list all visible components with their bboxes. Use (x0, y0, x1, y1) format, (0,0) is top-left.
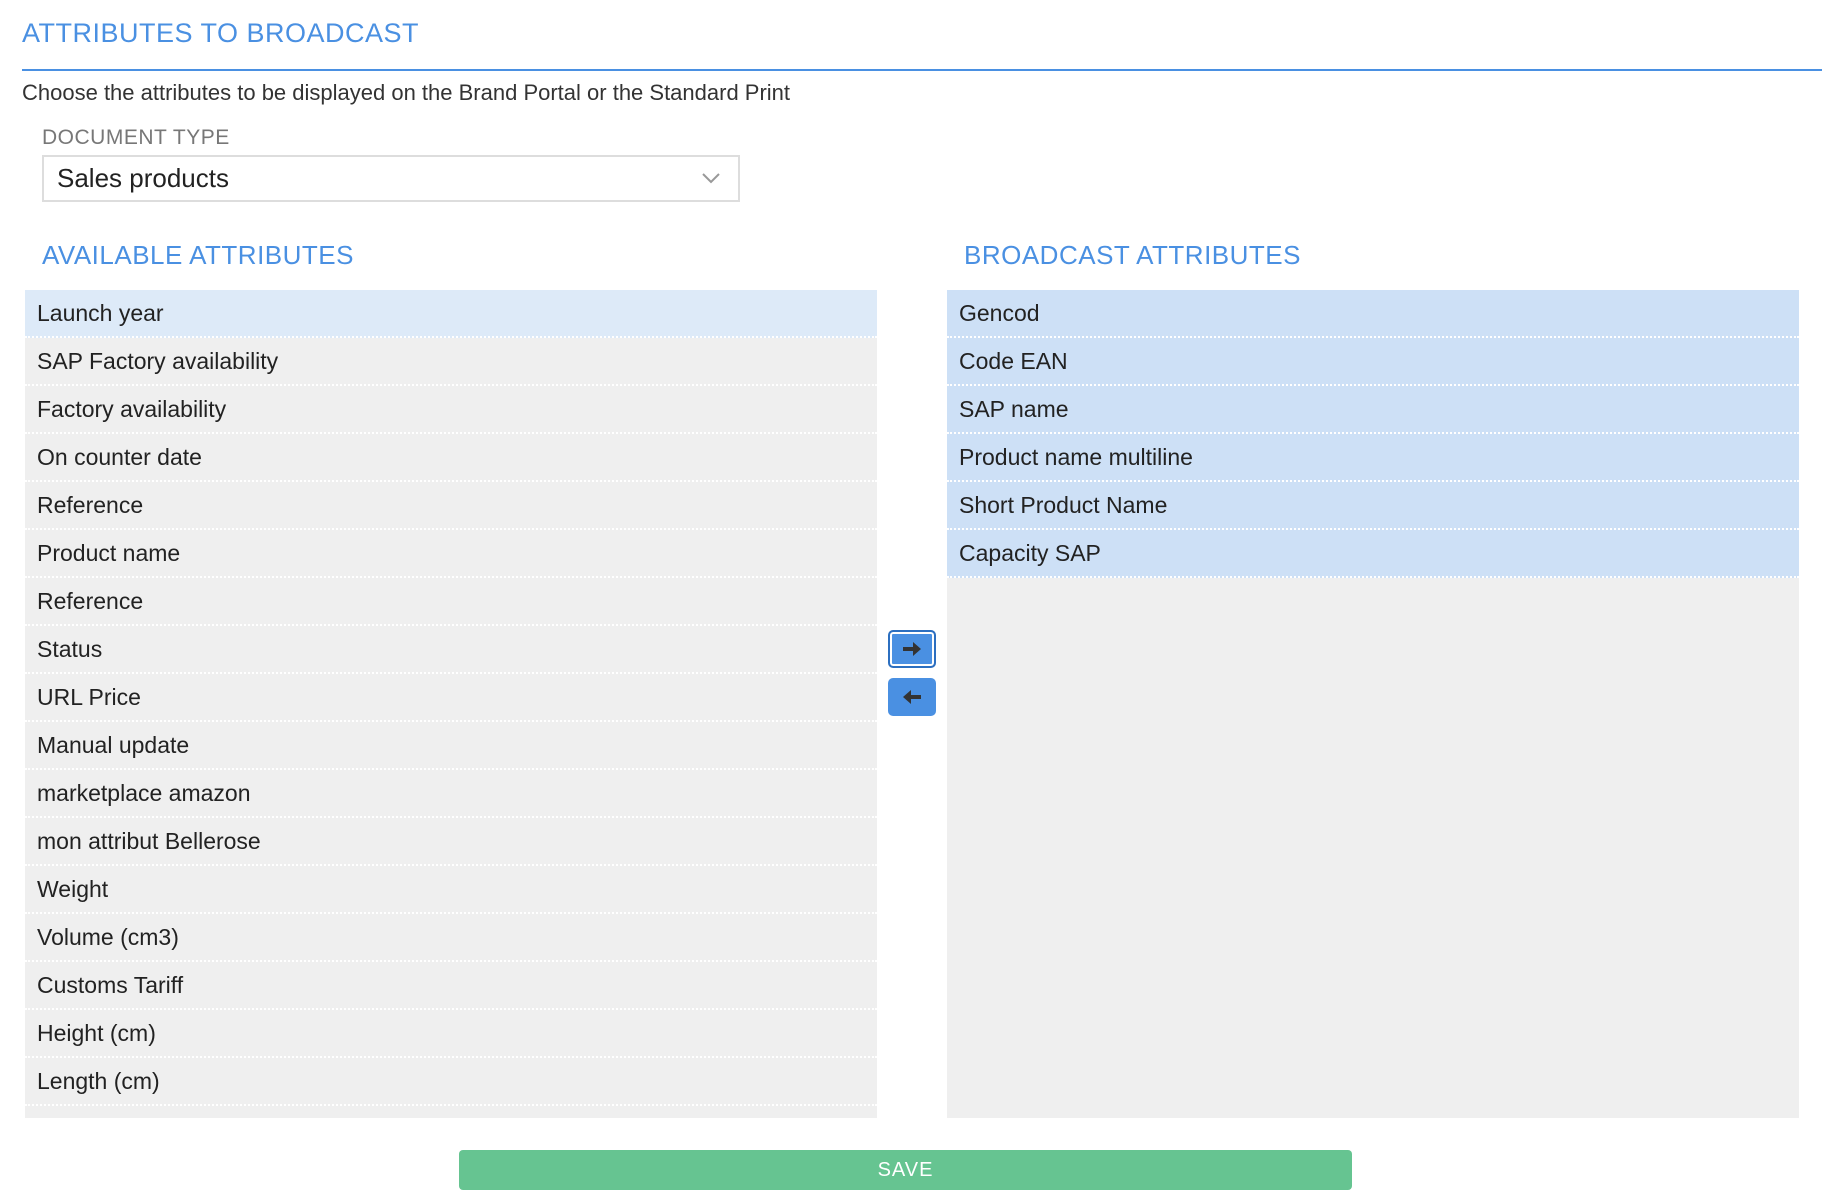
document-type-value: Sales products (57, 163, 229, 193)
available-attribute-item[interactable]: Volume (cm3) (25, 914, 877, 962)
available-attribute-item[interactable]: Manual update (25, 722, 877, 770)
available-attribute-item[interactable]: Reference (25, 578, 877, 626)
broadcast-attribute-item[interactable]: SAP name (947, 386, 1799, 434)
available-attribute-item[interactable]: Height (cm) (25, 1010, 877, 1058)
available-attribute-item[interactable]: Product name (25, 530, 877, 578)
available-attribute-item[interactable]: marketplace amazon (25, 770, 877, 818)
remove-from-broadcast-button[interactable] (888, 678, 936, 716)
broadcast-attributes-list: Gencod Code EAN SAP name Product name mu… (947, 290, 1799, 1118)
available-attribute-item[interactable]: On counter date (25, 434, 877, 482)
broadcast-attribute-item[interactable]: Gencod (947, 290, 1799, 338)
available-attribute-item[interactable]: Customs Tariff (25, 962, 877, 1010)
arrow-left-icon (903, 690, 921, 704)
available-attribute-item[interactable]: mon attribut Bellerose (25, 818, 877, 866)
chevron-down-icon (702, 173, 720, 184)
available-attribute-item[interactable]: Factory availability (25, 386, 877, 434)
section-description: Choose the attributes to be displayed on… (22, 80, 791, 105)
available-attribute-item[interactable]: Length (cm) (25, 1058, 877, 1106)
broadcast-attribute-item[interactable]: Code EAN (947, 338, 1799, 386)
broadcast-attribute-item[interactable]: Product name multiline (947, 434, 1799, 482)
document-type-select[interactable]: Sales products (42, 155, 740, 202)
section-title: ATTRIBUTES TO BROADCAST (22, 18, 420, 48)
available-attribute-item[interactable]: Status (25, 626, 877, 674)
broadcast-attribute-item[interactable]: Short Product Name (947, 482, 1799, 530)
available-attribute-item[interactable]: Reference (25, 482, 877, 530)
available-attribute-item[interactable]: Weight (25, 866, 877, 914)
document-type-label: DOCUMENT TYPE (42, 126, 230, 149)
available-attributes-title: AVAILABLE ATTRIBUTES (42, 240, 354, 270)
available-attribute-item[interactable]: Launch year (25, 290, 877, 338)
available-attributes-list: Launch year SAP Factory availability Fac… (25, 290, 877, 1118)
save-button[interactable]: SAVE (459, 1150, 1352, 1190)
available-attribute-item[interactable]: URL Price (25, 674, 877, 722)
add-to-broadcast-button[interactable] (888, 630, 936, 668)
broadcast-attribute-item[interactable]: Capacity SAP (947, 530, 1799, 578)
arrow-right-icon (903, 642, 921, 656)
broadcast-attributes-title: BROADCAST ATTRIBUTES (964, 240, 1301, 270)
title-divider (22, 69, 1822, 71)
available-attribute-item[interactable]: SAP Factory availability (25, 338, 877, 386)
